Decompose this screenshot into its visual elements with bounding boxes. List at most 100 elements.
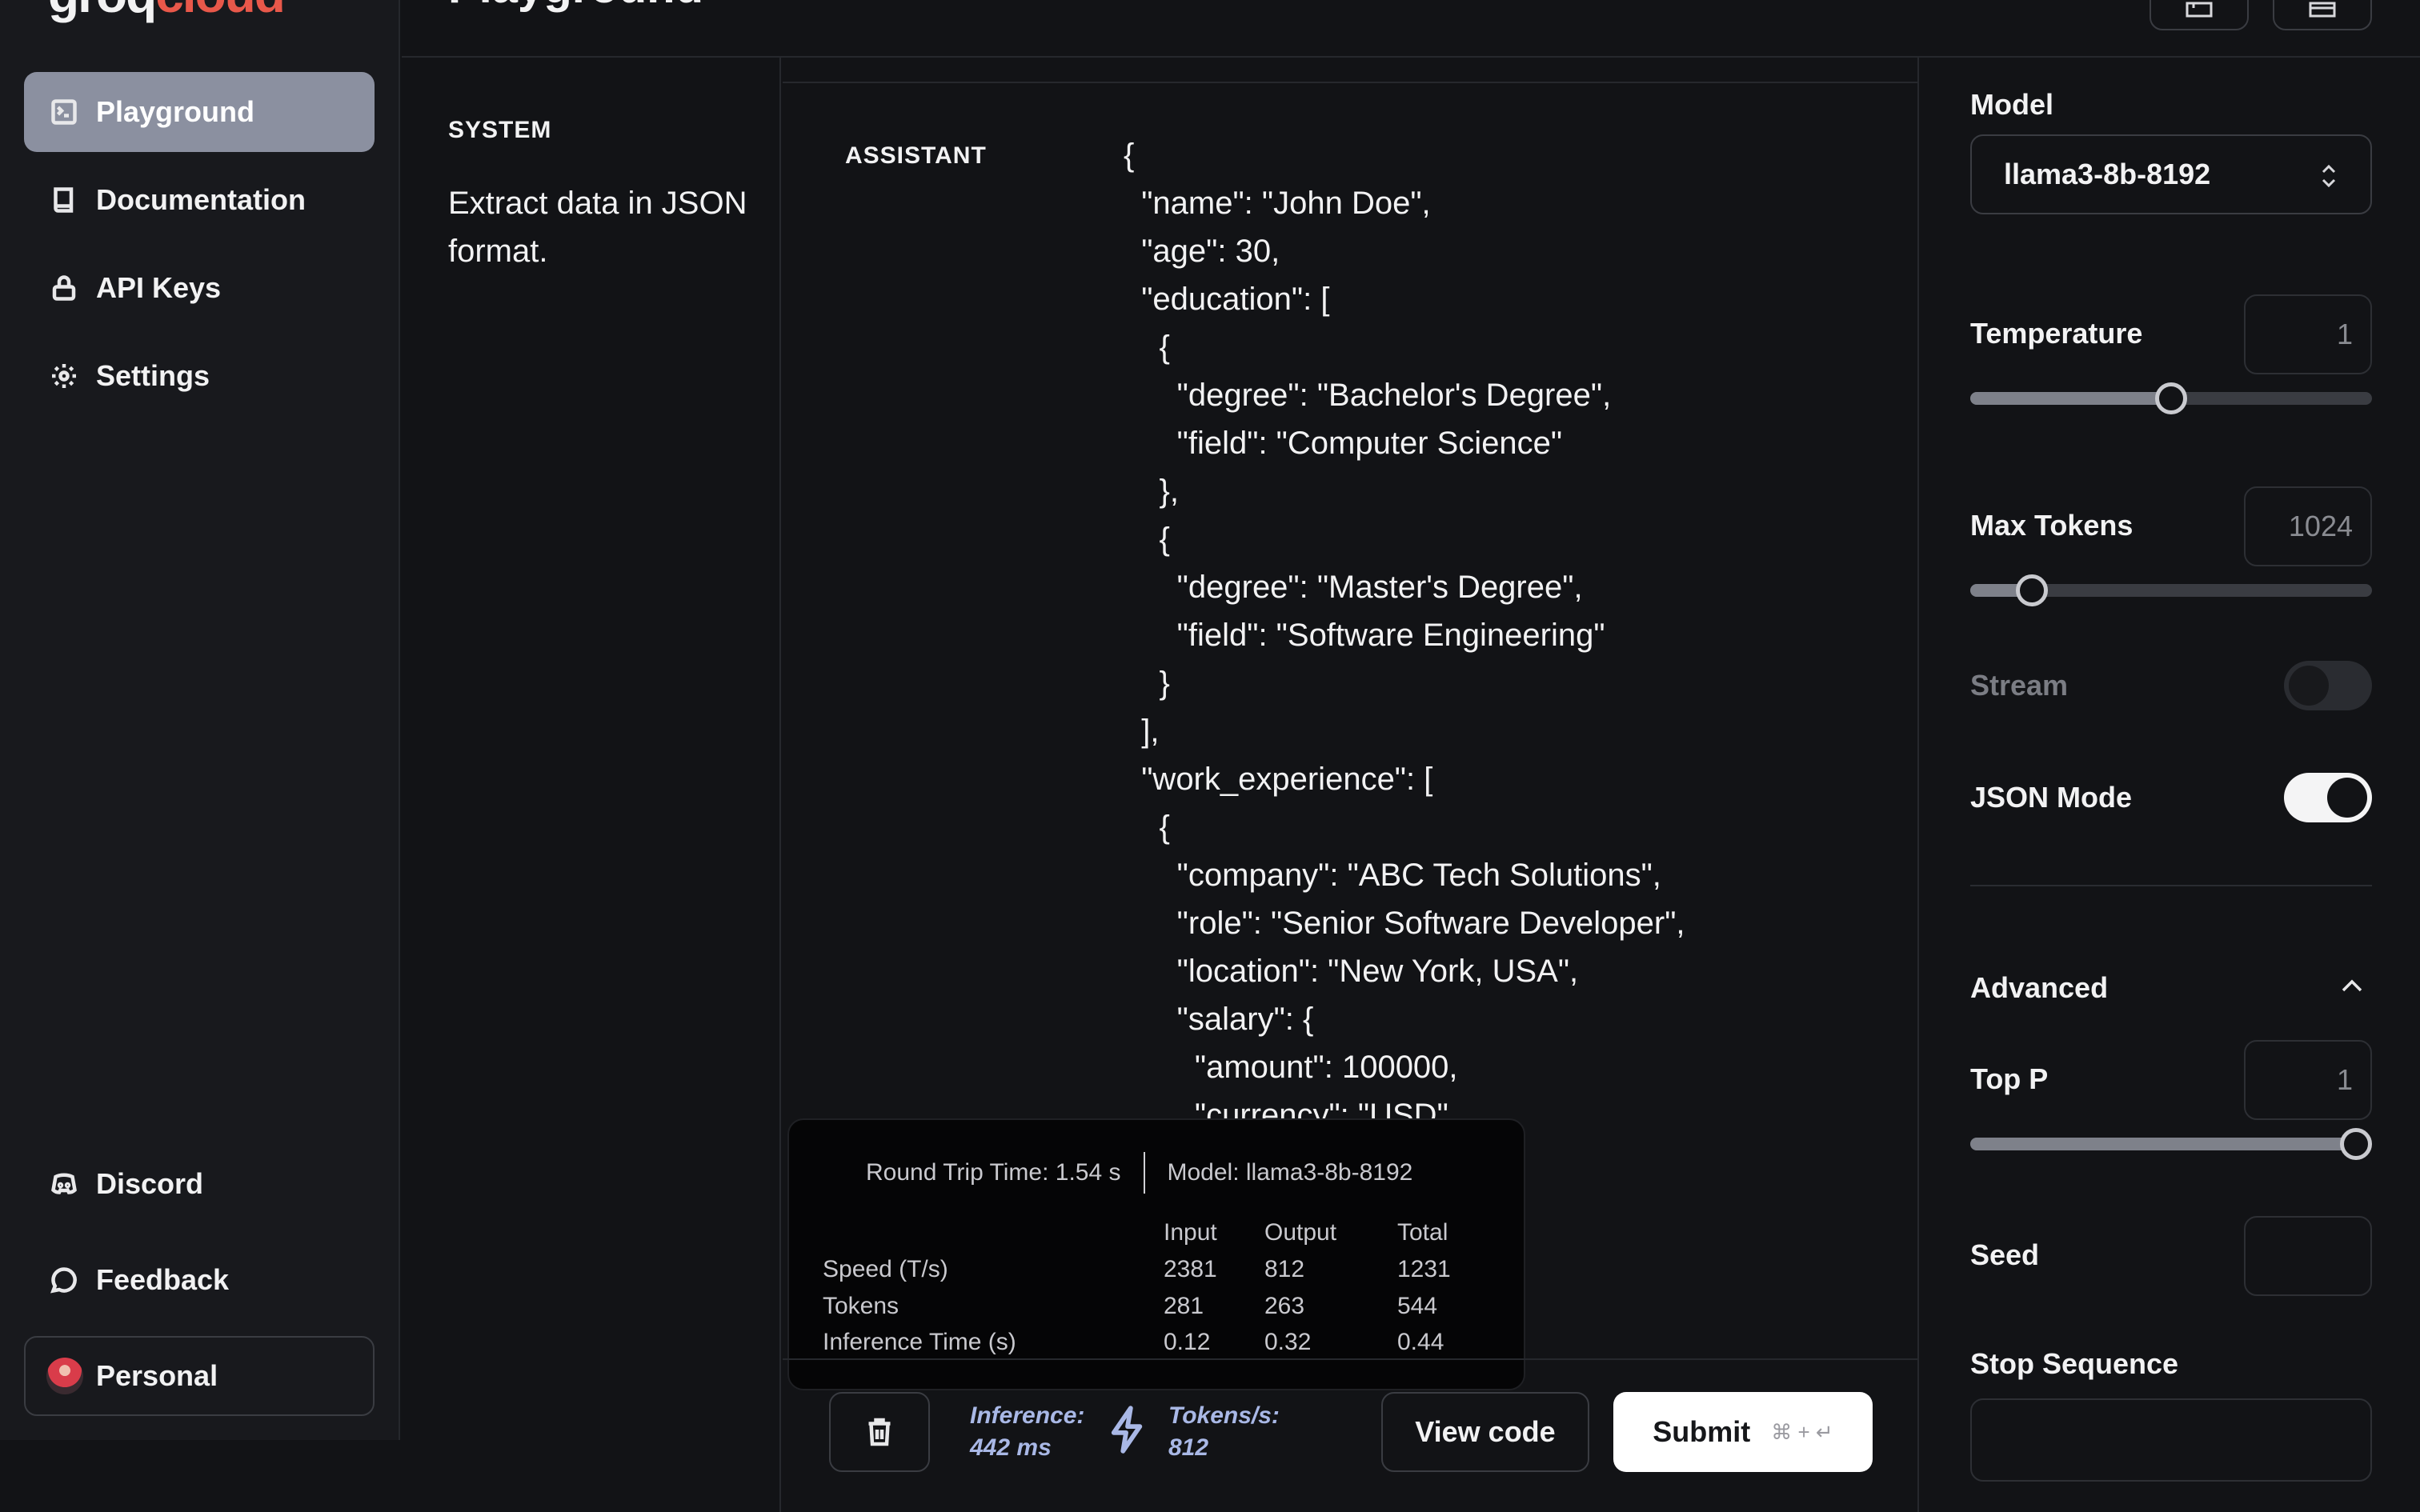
row-label: Speed (T/s) — [823, 1256, 948, 1282]
sidebar-item-settings[interactable]: Settings — [24, 336, 375, 416]
seed-label: Seed — [1970, 1238, 2040, 1271]
sidebar-item-discord[interactable]: Discord — [24, 1144, 375, 1224]
system-label: SYSTEM — [448, 117, 552, 143]
book-icon — [48, 184, 80, 216]
system-column — [402, 58, 781, 1512]
sidebar-item-label: Documentation — [96, 183, 307, 216]
trash-icon — [868, 1418, 891, 1446]
model-label: Model — [1970, 88, 2053, 121]
toggle-knob — [2327, 778, 2367, 818]
max-tokens-input[interactable]: 1024 — [2244, 486, 2372, 566]
stat-value: 812 — [1264, 1256, 1305, 1282]
row-label: Inference Time (s) — [823, 1329, 1016, 1355]
submit-label: Submit — [1653, 1415, 1751, 1448]
chat-bubble-icon — [48, 1264, 80, 1296]
stream-label: Stream — [1970, 669, 2069, 702]
slider-fill — [1970, 1138, 2356, 1150]
view-code-button[interactable]: View code — [1381, 1392, 1589, 1472]
keyboard-shortcut: ⌘ + ↵ — [1771, 1419, 1833, 1444]
stat-value: 0.12 — [1164, 1329, 1211, 1355]
discord-icon — [48, 1168, 80, 1200]
sidebar-item-label: Settings — [96, 359, 210, 392]
temperature-label: Temperature — [1970, 317, 2143, 350]
seed-input[interactable] — [2244, 1216, 2372, 1296]
divider — [1143, 1152, 1145, 1194]
advanced-toggle[interactable]: Advanced — [1970, 971, 2108, 1005]
header — [402, 0, 2420, 58]
model-select[interactable]: llama3-8b-8192 — [1970, 134, 2372, 214]
slider-thumb[interactable] — [2339, 1128, 2372, 1160]
clear-button[interactable] — [829, 1392, 930, 1472]
header-panel-button[interactable] — [2150, 0, 2249, 30]
top-p-label: Top P — [1970, 1062, 2049, 1095]
stat-value: 2381 — [1164, 1256, 1217, 1282]
workspace-switcher[interactable]: Personal — [24, 1336, 375, 1416]
inference-metric: Inference: 442 ms — [970, 1400, 1084, 1464]
stat-value: 0.44 — [1397, 1329, 1444, 1355]
json-mode-toggle[interactable] — [2284, 773, 2372, 822]
sidebar-item-playground[interactable]: Playground — [24, 72, 375, 152]
avatar — [46, 1358, 83, 1394]
model-value: llama3-8b-8192 — [2004, 158, 2211, 190]
layout-icon — [2309, 2, 2336, 18]
col-header-total: Total — [1397, 1219, 1448, 1246]
max-tokens-label: Max Tokens — [1970, 509, 2134, 542]
groqcloud-logo[interactable]: groqcloud — [48, 0, 286, 24]
stat-value: 0.32 — [1264, 1329, 1312, 1355]
max-tokens-slider[interactable] — [1970, 574, 2372, 606]
sidebar-item-label: API Keys — [96, 271, 222, 304]
stream-toggle[interactable] — [2284, 661, 2372, 710]
stop-sequence-label: Stop Sequence — [1970, 1347, 2179, 1380]
sidebar-item-label: Discord — [96, 1167, 204, 1200]
sidebar-item-documentation[interactable]: Documentation — [24, 160, 375, 240]
inference-label: Inference: — [970, 1402, 1085, 1429]
chevron-updown-icon — [2322, 164, 2336, 188]
lock-icon — [48, 272, 80, 304]
row-label: Tokens — [823, 1293, 899, 1319]
sidebar-item-label: Feedback — [96, 1263, 230, 1296]
assistant-message[interactable]: { "name": "John Doe", "age": 30, "educat… — [1124, 131, 1844, 1120]
submit-button[interactable]: Submit ⌘ + ↵ — [1613, 1392, 1873, 1472]
sidebar-item-feedback[interactable]: Feedback — [24, 1240, 375, 1320]
tokens-value: 812 — [1168, 1434, 1209, 1461]
stat-value: 263 — [1264, 1293, 1305, 1319]
col-header-input: Input — [1164, 1219, 1217, 1246]
stat-value: 544 — [1397, 1293, 1438, 1319]
stat-value: 281 — [1164, 1293, 1204, 1319]
top-p-input[interactable]: 1 — [2244, 1040, 2372, 1120]
system-prompt[interactable]: Extract data in JSON format. — [448, 179, 752, 275]
inference-value: 442 ms — [970, 1434, 1052, 1461]
round-trip-time: Round Trip Time: 1.54 s — [866, 1159, 1121, 1186]
divider — [783, 1358, 1919, 1360]
assistant-label: ASSISTANT — [845, 142, 987, 169]
toggle-knob — [2289, 666, 2329, 706]
json-mode-label: JSON Mode — [1970, 781, 2133, 814]
page-title: Playground — [448, 0, 703, 14]
stop-sequence-input[interactable] — [1970, 1398, 2372, 1482]
stats-model: Model: llama3-8b-8192 — [1167, 1159, 1413, 1186]
stats-popover: Round Trip Time: 1.54 s Model: llama3-8b… — [787, 1118, 1525, 1390]
slider-fill — [1970, 392, 2171, 405]
stat-value: 1231 — [1397, 1256, 1451, 1282]
temperature-slider[interactable] — [1970, 382, 2372, 414]
tokens-metric: Tokens/s: 812 — [1168, 1400, 1280, 1464]
stats-summary: Round Trip Time: 1.54 s Model: llama3-8b… — [866, 1150, 1474, 1195]
slider-thumb[interactable] — [2155, 382, 2187, 414]
temperature-input[interactable]: 1 — [2244, 294, 2372, 374]
gear-icon — [48, 360, 80, 392]
sidebar: groqcloud Playground Documentation API K… — [0, 0, 400, 1440]
divider — [1970, 885, 2372, 886]
workspace-label: Personal — [96, 1359, 218, 1392]
divider — [783, 82, 1919, 83]
sidebar-item-label: Playground — [96, 95, 255, 128]
terminal-icon — [48, 96, 80, 128]
chevron-up-icon[interactable] — [2340, 978, 2364, 998]
slider-thumb[interactable] — [2016, 574, 2049, 606]
col-header-output: Output — [1264, 1219, 1337, 1246]
header-layout-button[interactable] — [2273, 0, 2372, 30]
panel-icon — [2186, 2, 2213, 18]
tokens-label: Tokens/s: — [1168, 1402, 1280, 1429]
sidebar-item-api-keys[interactable]: API Keys — [24, 248, 375, 328]
top-p-slider[interactable] — [1970, 1128, 2372, 1160]
lightning-icon — [1109, 1405, 1146, 1458]
